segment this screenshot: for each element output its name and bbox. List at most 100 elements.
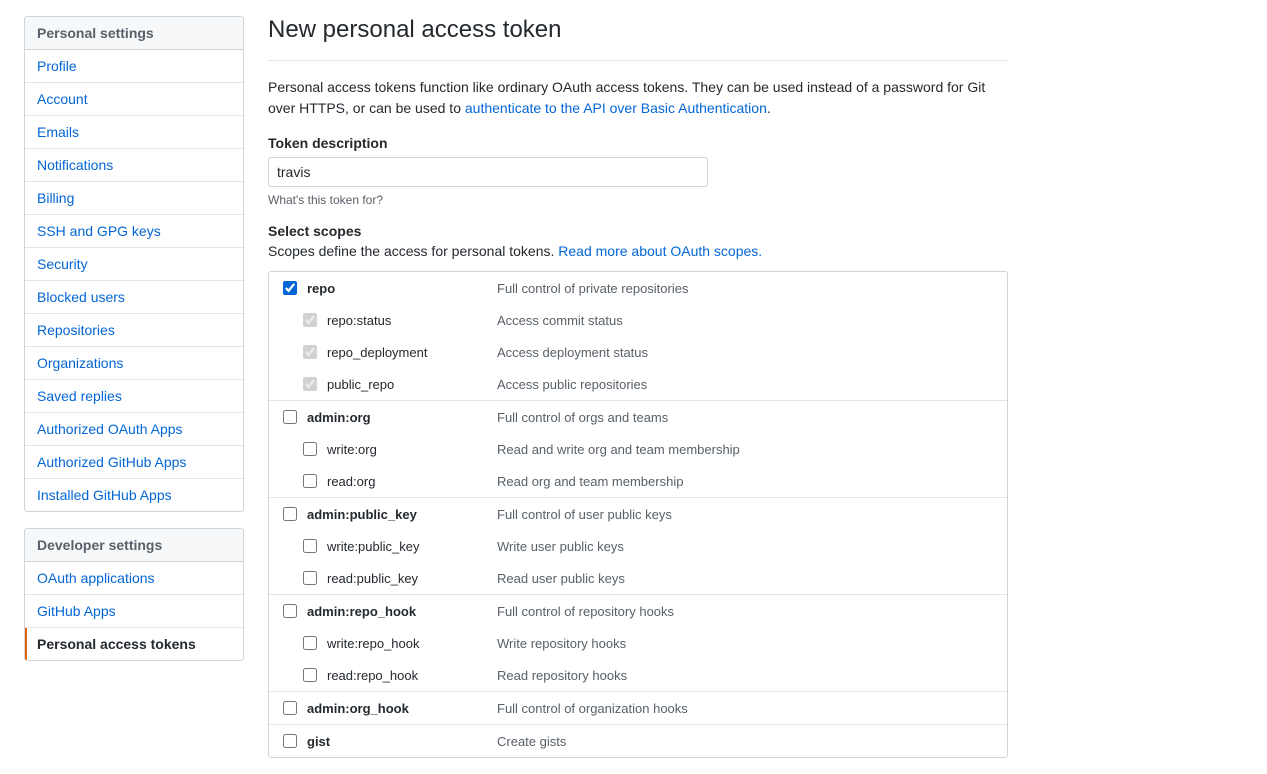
scope-desc: Full control of private repositories: [497, 281, 688, 296]
select-scopes-label: Select scopes: [268, 223, 1008, 239]
sidebar-item-ssh-and-gpg-keys[interactable]: SSH and GPG keys: [25, 215, 243, 248]
scope-row-admin-public_key: admin:public_keyFull control of user pub…: [269, 498, 1007, 530]
scope-name: admin:repo_hook: [307, 604, 497, 619]
scope-checkbox-admin-public_key[interactable]: [283, 507, 297, 521]
scope-desc: Read repository hooks: [497, 668, 627, 683]
scope-checkbox-gist[interactable]: [283, 734, 297, 748]
token-description-label: Token description: [268, 135, 1008, 151]
scope-row-write-repo_hook: write:repo_hookWrite repository hooks: [269, 627, 1007, 659]
sidebar-item-billing[interactable]: Billing: [25, 182, 243, 215]
scope-group-repo: repoFull control of private repositories…: [269, 272, 1007, 401]
scope-checkbox-read-org[interactable]: [303, 474, 317, 488]
main-content: New personal access token Personal acces…: [268, 16, 1008, 758]
scope-checkbox-admin-org_hook[interactable]: [283, 701, 297, 715]
scope-row-write-org: write:orgRead and write org and team mem…: [269, 433, 1007, 465]
scope-row-gist: gistCreate gists: [269, 725, 1007, 757]
scope-desc: Access deployment status: [497, 345, 648, 360]
scope-group-admin-org: admin:orgFull control of orgs and teamsw…: [269, 401, 1007, 498]
scope-checkbox-write-org[interactable]: [303, 442, 317, 456]
scope-desc: Full control of organization hooks: [497, 701, 688, 716]
scope-desc: Full control of repository hooks: [497, 604, 674, 619]
scope-desc: Full control of orgs and teams: [497, 410, 668, 425]
scope-desc: Write repository hooks: [497, 636, 626, 651]
intro-auth-link[interactable]: authenticate to the API over Basic Authe…: [465, 100, 767, 116]
sidebar-item-authorized-github-apps[interactable]: Authorized GitHub Apps: [25, 446, 243, 479]
scope-name: read:public_key: [327, 571, 497, 586]
sidebar-item-saved-replies[interactable]: Saved replies: [25, 380, 243, 413]
token-description-hint: What's this token for?: [268, 193, 1008, 207]
sidebar-item-blocked-users[interactable]: Blocked users: [25, 281, 243, 314]
scope-name: repo: [307, 281, 497, 296]
sidebar-item-personal-access-tokens: Personal access tokens: [25, 628, 243, 660]
sidebar-item-emails[interactable]: Emails: [25, 116, 243, 149]
developer-settings-menu: Developer settings OAuth applicationsGit…: [24, 528, 244, 661]
scope-row-read-repo_hook: read:repo_hookRead repository hooks: [269, 659, 1007, 691]
title-divider: [268, 60, 1008, 61]
intro-text: Personal access tokens function like ord…: [268, 77, 1008, 119]
scope-name: public_repo: [327, 377, 497, 392]
scope-desc: Create gists: [497, 734, 566, 749]
scope-checkbox-repo_deployment: [303, 345, 317, 359]
scope-name: write:org: [327, 442, 497, 457]
scope-row-repo: repoFull control of private repositories: [269, 272, 1007, 304]
personal-settings-menu: Personal settings ProfileAccountEmailsNo…: [24, 16, 244, 512]
scope-name: write:repo_hook: [327, 636, 497, 651]
sidebar: Personal settings ProfileAccountEmailsNo…: [24, 16, 244, 758]
sidebar-item-oauth-applications[interactable]: OAuth applications: [25, 562, 243, 595]
scope-row-write-public_key: write:public_keyWrite user public keys: [269, 530, 1007, 562]
menu-header-developer: Developer settings: [25, 529, 243, 562]
sidebar-item-repositories[interactable]: Repositories: [25, 314, 243, 347]
scope-checkbox-public_repo: [303, 377, 317, 391]
scope-desc: Write user public keys: [497, 539, 624, 554]
page-title: New personal access token: [268, 16, 1008, 52]
scope-name: read:org: [327, 474, 497, 489]
scope-row-repo_deployment: repo_deploymentAccess deployment status: [269, 336, 1007, 368]
menu-header-personal: Personal settings: [25, 17, 243, 50]
sidebar-item-profile[interactable]: Profile: [25, 50, 243, 83]
scope-group-admin-public_key: admin:public_keyFull control of user pub…: [269, 498, 1007, 595]
scope-row-repo-status: repo:statusAccess commit status: [269, 304, 1007, 336]
scope-name: gist: [307, 734, 497, 749]
sidebar-item-github-apps[interactable]: GitHub Apps: [25, 595, 243, 628]
scope-desc: Read org and team membership: [497, 474, 683, 489]
scope-checkbox-admin-org[interactable]: [283, 410, 297, 424]
scope-checkbox-admin-repo_hook[interactable]: [283, 604, 297, 618]
scope-desc: Access public repositories: [497, 377, 647, 392]
scope-group-admin-org_hook: admin:org_hookFull control of organizati…: [269, 692, 1007, 725]
sidebar-item-notifications[interactable]: Notifications: [25, 149, 243, 182]
intro-suffix: .: [767, 100, 771, 116]
scope-row-read-org: read:orgRead org and team membership: [269, 465, 1007, 497]
scope-desc: Read user public keys: [497, 571, 625, 586]
sidebar-item-organizations[interactable]: Organizations: [25, 347, 243, 380]
scope-name: read:repo_hook: [327, 668, 497, 683]
scope-row-admin-org: admin:orgFull control of orgs and teams: [269, 401, 1007, 433]
scope-name: admin:org: [307, 410, 497, 425]
scope-checkbox-write-public_key[interactable]: [303, 539, 317, 553]
scopes-desc-prefix: Scopes define the access for personal to…: [268, 243, 558, 259]
scope-desc: Access commit status: [497, 313, 623, 328]
scope-row-admin-org_hook: admin:org_hookFull control of organizati…: [269, 692, 1007, 724]
scope-desc: Full control of user public keys: [497, 507, 672, 522]
scope-name: admin:org_hook: [307, 701, 497, 716]
scope-checkbox-read-public_key[interactable]: [303, 571, 317, 585]
scope-row-read-public_key: read:public_keyRead user public keys: [269, 562, 1007, 594]
token-description-input[interactable]: [268, 157, 708, 187]
scopes-description: Scopes define the access for personal to…: [268, 243, 1008, 259]
sidebar-item-security[interactable]: Security: [25, 248, 243, 281]
scope-group-gist: gistCreate gists: [269, 725, 1007, 757]
scope-row-public_repo: public_repoAccess public repositories: [269, 368, 1007, 400]
scope-name: repo_deployment: [327, 345, 497, 360]
sidebar-item-account[interactable]: Account: [25, 83, 243, 116]
scope-checkbox-read-repo_hook[interactable]: [303, 668, 317, 682]
sidebar-item-installed-github-apps[interactable]: Installed GitHub Apps: [25, 479, 243, 511]
scope-name: write:public_key: [327, 539, 497, 554]
scope-desc: Read and write org and team membership: [497, 442, 740, 457]
scope-checkbox-write-repo_hook[interactable]: [303, 636, 317, 650]
sidebar-item-authorized-oauth-apps[interactable]: Authorized OAuth Apps: [25, 413, 243, 446]
scope-name: repo:status: [327, 313, 497, 328]
scopes-table: repoFull control of private repositories…: [268, 271, 1008, 758]
scope-name: admin:public_key: [307, 507, 497, 522]
scopes-docs-link[interactable]: Read more about OAuth scopes.: [558, 243, 762, 259]
scope-group-admin-repo_hook: admin:repo_hookFull control of repositor…: [269, 595, 1007, 692]
scope-checkbox-repo[interactable]: [283, 281, 297, 295]
